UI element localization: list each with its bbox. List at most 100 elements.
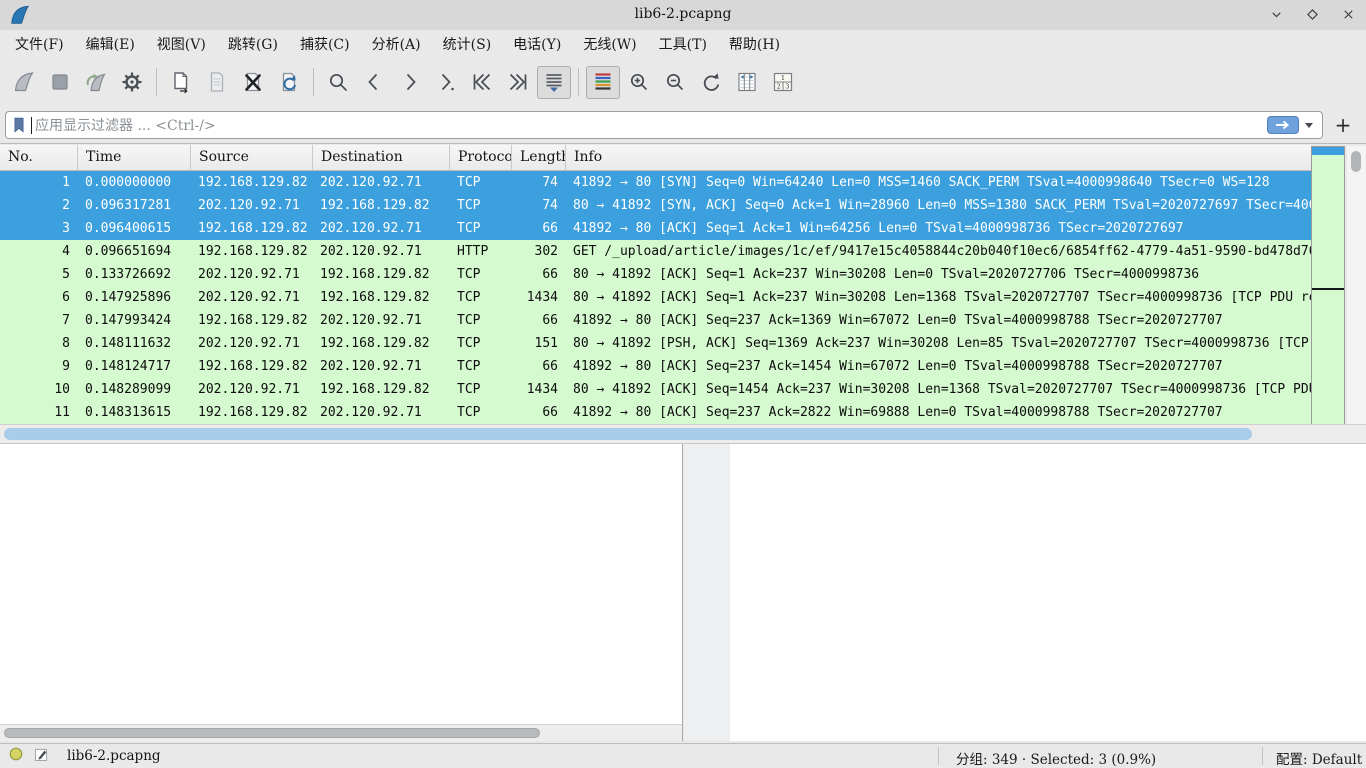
cell-time: 0.148313615 xyxy=(77,405,190,420)
layout-panes-button[interactable]: 123 xyxy=(766,66,800,99)
menu-item[interactable]: 编辑(E) xyxy=(75,30,146,58)
go-back-button[interactable] xyxy=(357,66,391,99)
window-title: lib6-2.pcapng xyxy=(0,6,1366,22)
capture-options-button[interactable] xyxy=(115,66,149,99)
menu-item[interactable]: 视图(V) xyxy=(146,30,217,58)
apply-arrow-icon xyxy=(1273,119,1293,131)
packet-bytes-pane[interactable] xyxy=(730,443,1366,741)
colorize-button[interactable] xyxy=(586,66,620,99)
zoom-reset-button[interactable] xyxy=(694,66,728,99)
go-first-button[interactable] xyxy=(465,66,499,99)
column-header-source[interactable]: Source xyxy=(190,145,312,170)
maximize-button[interactable] xyxy=(1304,6,1320,22)
intelligent-scrollbar-minimap[interactable] xyxy=(1311,146,1345,427)
cell-no: 3 xyxy=(0,221,77,236)
cell-source: 202.120.92.71 xyxy=(190,336,312,351)
packet-row[interactable]: 80.148111632202.120.92.71192.168.129.82T… xyxy=(0,332,1311,355)
cell-protocol: TCP xyxy=(449,267,511,282)
go-to-packet-button[interactable] xyxy=(429,66,463,99)
reload-file-icon xyxy=(277,70,301,94)
menu-item[interactable]: 分析(A) xyxy=(361,30,432,58)
column-header-length[interactable]: Length xyxy=(511,145,565,170)
filter-bookmark-icon[interactable] xyxy=(10,115,28,135)
go-forward-button[interactable] xyxy=(393,66,427,99)
cell-destination: 192.168.129.82 xyxy=(312,336,449,351)
menu-item[interactable]: 文件(F) xyxy=(4,30,75,58)
menu-item[interactable]: 电话(Y) xyxy=(502,30,572,58)
packet-row[interactable]: 70.147993424192.168.129.82202.120.92.71T… xyxy=(0,309,1311,332)
packet-row[interactable]: 50.133726692202.120.92.71192.168.129.82T… xyxy=(0,263,1311,286)
restart-capture-button xyxy=(79,66,113,99)
cell-no: 5 xyxy=(0,267,77,282)
packet-details-pane[interactable] xyxy=(0,443,683,741)
cell-protocol: HTTP xyxy=(449,244,511,259)
packet-row[interactable]: 110.148313615192.168.129.82202.120.92.71… xyxy=(0,401,1311,424)
packet-row[interactable]: 90.148124717192.168.129.82202.120.92.71T… xyxy=(0,355,1311,378)
cell-info: 41892 → 80 [ACK] Seq=237 Ack=2822 Win=69… xyxy=(565,405,1311,420)
packet-row[interactable]: 30.096400615192.168.129.82202.120.92.71T… xyxy=(0,217,1311,240)
packet-list-horizontal-scrollbar[interactable] xyxy=(0,424,1366,443)
cell-destination: 202.120.92.71 xyxy=(312,405,449,420)
close-button[interactable] xyxy=(1340,6,1356,22)
svg-text:2: 2 xyxy=(777,83,781,91)
column-header-protocol[interactable]: Protocol xyxy=(449,145,511,170)
details-pane-scrollbar[interactable] xyxy=(0,724,682,741)
expert-info-icon[interactable] xyxy=(8,746,24,766)
titlebar: lib6-2.pcapng xyxy=(0,0,1366,30)
column-header-time[interactable]: Time xyxy=(77,145,190,170)
cell-source: 202.120.92.71 xyxy=(190,267,312,282)
close-file-button[interactable] xyxy=(236,66,270,99)
column-header-destination[interactable]: Destination xyxy=(312,145,449,170)
packet-row[interactable]: 10.000000000192.168.129.82202.120.92.71T… xyxy=(0,171,1311,194)
apply-filter-button[interactable] xyxy=(1267,116,1299,134)
menu-item[interactable]: 统计(S) xyxy=(432,30,503,58)
menu-item[interactable]: 跳转(G) xyxy=(217,30,289,58)
auto-scroll-button[interactable] xyxy=(537,66,571,99)
pane-splitter[interactable] xyxy=(684,443,730,741)
stop-capture-icon xyxy=(48,70,72,94)
open-file-button[interactable] xyxy=(164,66,198,99)
packet-row[interactable]: 40.096651694192.168.129.82202.120.92.71H… xyxy=(0,240,1311,263)
menu-item[interactable]: 捕获(C) xyxy=(289,30,361,58)
go-forward-icon xyxy=(398,70,422,94)
statusbar-separator xyxy=(1262,747,1263,765)
packet-list-vertical-scrollbar[interactable] xyxy=(1347,146,1366,427)
horizontal-scrollbar-handle[interactable] xyxy=(4,428,1252,440)
display-filter-input[interactable]: 应用显示过滤器 ... <Ctrl-/> xyxy=(5,111,1323,139)
go-last-button[interactable] xyxy=(501,66,535,99)
statusbar-separator xyxy=(938,747,939,765)
cell-source: 192.168.129.82 xyxy=(190,313,312,328)
cell-destination: 192.168.129.82 xyxy=(312,198,449,213)
cell-destination: 202.120.92.71 xyxy=(312,313,449,328)
vertical-scrollbar-handle[interactable] xyxy=(1351,151,1361,172)
cell-no: 4 xyxy=(0,244,77,259)
packet-count-summary: 分组: 349 · Selected: 3 (0.9%) xyxy=(956,748,1156,768)
find-packet-button[interactable] xyxy=(321,66,355,99)
cell-info: 41892 → 80 [ACK] Seq=1 Ack=1 Win=64256 L… xyxy=(565,221,1311,236)
reload-file-button[interactable] xyxy=(272,66,306,99)
details-pane-scrollbar-handle[interactable] xyxy=(4,728,540,738)
filter-dropdown-chevron-icon[interactable] xyxy=(1305,123,1313,128)
resize-columns-button[interactable] xyxy=(730,66,764,99)
stop-capture-button xyxy=(43,66,77,99)
zoom-in-button[interactable] xyxy=(622,66,656,99)
packet-row[interactable]: 20.096317281202.120.92.71192.168.129.82T… xyxy=(0,194,1311,217)
column-header-no[interactable]: No. xyxy=(0,145,77,170)
menu-item[interactable]: 无线(W) xyxy=(572,30,647,58)
statusbar: lib6-2.pcapng 分组: 349 · Selected: 3 (0.9… xyxy=(0,743,1366,768)
packet-row[interactable]: 60.147925896202.120.92.71192.168.129.82T… xyxy=(0,286,1311,309)
profile-selector[interactable]: 配置: Default xyxy=(1276,748,1362,768)
packet-row[interactable]: 100.148289099202.120.92.71192.168.129.82… xyxy=(0,378,1311,401)
capture-comment-icon[interactable] xyxy=(33,746,50,767)
cell-protocol: TCP xyxy=(449,405,511,420)
cell-length: 66 xyxy=(511,267,565,282)
add-filter-button[interactable]: + xyxy=(1330,112,1356,138)
menu-item[interactable]: 工具(T) xyxy=(648,30,718,58)
zoom-out-button[interactable] xyxy=(658,66,692,99)
minimize-button[interactable] xyxy=(1268,6,1284,22)
menu-item[interactable]: 帮助(H) xyxy=(718,30,791,58)
cell-info: 80 → 41892 [SYN, ACK] Seq=0 Ack=1 Win=28… xyxy=(565,198,1311,213)
cell-info: 41892 → 80 [ACK] Seq=237 Ack=1369 Win=67… xyxy=(565,313,1311,328)
cell-protocol: TCP xyxy=(449,382,511,397)
column-header-info[interactable]: Info xyxy=(565,145,1311,170)
